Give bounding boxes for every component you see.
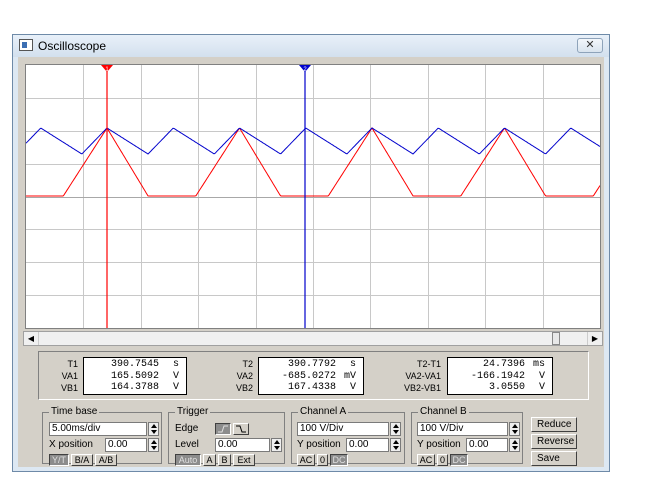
t2-row: 390.7792 s [262, 359, 362, 371]
scroll-thumb[interactable] [552, 332, 560, 345]
channel-b-group: Channel B 100 V/Div Y position 0.00 AC 0… [411, 406, 523, 466]
vb1-unit: V [172, 382, 179, 393]
reverse-button[interactable]: Reverse [531, 434, 577, 449]
trigger-ext-button[interactable]: Ext [233, 454, 255, 466]
channel-b-zero-button[interactable]: 0 [437, 454, 448, 466]
client-area: 1 2 ◀ ▶ T1 VA1 VB1 390.7545 s 165.5092 V [18, 57, 604, 467]
xpos-spinner-icon[interactable] [148, 438, 159, 452]
channel-a-zero-button[interactable]: 0 [317, 454, 328, 466]
t2-value: 390.7792 [287, 359, 336, 370]
va2-label: VA2 [236, 371, 253, 381]
app-icon [19, 39, 33, 51]
horizontal-scrollbar[interactable]: ◀ ▶ [23, 331, 603, 346]
vb2-row: 167.4338 V [262, 382, 362, 394]
timebase-title: Time base [49, 406, 100, 417]
level-field[interactable]: 0.00 [215, 438, 270, 452]
channel-a-dc-button[interactable]: DC [330, 454, 348, 466]
scroll-right-arrow-icon[interactable]: ▶ [587, 332, 602, 345]
scope-screen[interactable]: 1 2 [25, 64, 601, 329]
trigger-a-button[interactable]: A [203, 454, 216, 466]
channel-b-title: Channel B [418, 406, 469, 417]
rising-edge-icon[interactable] [215, 423, 231, 435]
t1-readout-box: 390.7545 s 165.5092 V 164.3788 V [83, 357, 187, 395]
t2-unit: s [349, 359, 356, 370]
level-spinner-icon[interactable] [271, 438, 282, 452]
channel-b-dc-button[interactable]: DC [450, 454, 468, 466]
diff-vb-unit: V [538, 382, 545, 393]
edge-label: Edge [175, 423, 199, 434]
vb1-row: 164.3788 V [87, 382, 185, 394]
channel-a-ypos-field[interactable]: 0.00 [346, 438, 389, 452]
diff-vb-value: 3.0550 [488, 382, 525, 393]
channel-b-scale-spinner-icon[interactable] [509, 422, 520, 436]
channel-a-ypos-spinner-icon[interactable] [390, 438, 401, 452]
channel-b-ac-button[interactable]: AC [417, 454, 435, 466]
channel-a-title: Channel A [298, 406, 349, 417]
channel-a-ypos-label: Y position [297, 439, 341, 450]
xpos-field[interactable]: 0.00 [105, 438, 147, 452]
vb2-value: 167.4338 [287, 382, 336, 393]
auto-button[interactable]: Auto [175, 454, 201, 466]
falling-edge-icon[interactable] [233, 423, 249, 435]
channel-b-scale-field[interactable]: 100 V/Div [417, 422, 508, 436]
vb2-vb1-label: VB2-VB1 [403, 383, 441, 393]
close-button[interactable]: ✕ [577, 38, 603, 53]
channel-a-ac-button[interactable]: AC [297, 454, 315, 466]
t2-label: T2 [242, 359, 253, 369]
diff-vb-row: 3.0550 V [451, 382, 551, 394]
ab-button[interactable]: A/B [95, 454, 117, 466]
diff-t-unit: ms [532, 359, 545, 370]
timebase-group: Time base 5.00ms/div X position 0.00 Y/T… [42, 406, 162, 466]
save-button[interactable]: Save [531, 451, 577, 466]
scroll-left-arrow-icon[interactable]: ◀ [24, 332, 39, 345]
trigger-b-button[interactable]: B [218, 454, 231, 466]
channel-b-ypos-field[interactable]: 0.00 [466, 438, 508, 452]
vb1-label: VB1 [60, 383, 78, 393]
diff-t-value: 24.7396 [482, 359, 525, 370]
window-title: Oscilloscope [38, 39, 107, 53]
vb2-unit: V [349, 382, 356, 393]
t1-value: 390.7545 [110, 359, 159, 370]
channel-b-ypos-label: Y position [417, 439, 461, 450]
va2-va1-label: VA2-VA1 [405, 371, 441, 381]
vb2-label: VB2 [235, 383, 253, 393]
diff-readout-box: 24.7396 ms -166.1942 V 3.0550 V [447, 357, 553, 395]
channel-b-ypos-spinner-icon[interactable] [509, 438, 520, 452]
t1-row: 390.7545 s [87, 359, 185, 371]
t1-label: T1 [67, 359, 78, 369]
t2-readout-box: 390.7792 s -685.0272 mV 167.4338 V [258, 357, 364, 395]
cursor-readout-panel: T1 VA1 VB1 390.7545 s 165.5092 V 164.378… [38, 351, 589, 400]
diff-t-row: 24.7396 ms [451, 359, 551, 371]
channel-a-group: Channel A 100 V/Div Y position 0.00 AC 0… [291, 406, 405, 466]
t1-unit: s [172, 359, 179, 370]
timebase-field[interactable]: 5.00ms/div [49, 422, 147, 436]
oscilloscope-window: Oscilloscope ✕ 1 2 ◀ ▶ T1 VA1 VB1 390.75… [12, 34, 610, 472]
timebase-spinner-icon[interactable] [148, 422, 159, 436]
trigger-group: Trigger Edge Level 0.00 Auto A B Ext [168, 406, 285, 466]
reduce-button[interactable]: Reduce [531, 417, 577, 432]
channel-a-scale-field[interactable]: 100 V/Div [297, 422, 389, 436]
vb1-value: 164.3788 [110, 382, 159, 393]
scope-display: 1 2 [26, 65, 600, 328]
yt-button[interactable]: Y/T [49, 454, 69, 466]
channel-a-scale-spinner-icon[interactable] [390, 422, 401, 436]
t2-t1-label: T2-T1 [416, 359, 441, 369]
ba-button[interactable]: B/A [71, 454, 93, 466]
level-label: Level [175, 439, 199, 450]
xpos-label: X position [49, 439, 93, 450]
title-bar[interactable]: Oscilloscope ✕ [13, 35, 609, 57]
va1-label: VA1 [61, 371, 78, 381]
trigger-title: Trigger [175, 406, 211, 417]
